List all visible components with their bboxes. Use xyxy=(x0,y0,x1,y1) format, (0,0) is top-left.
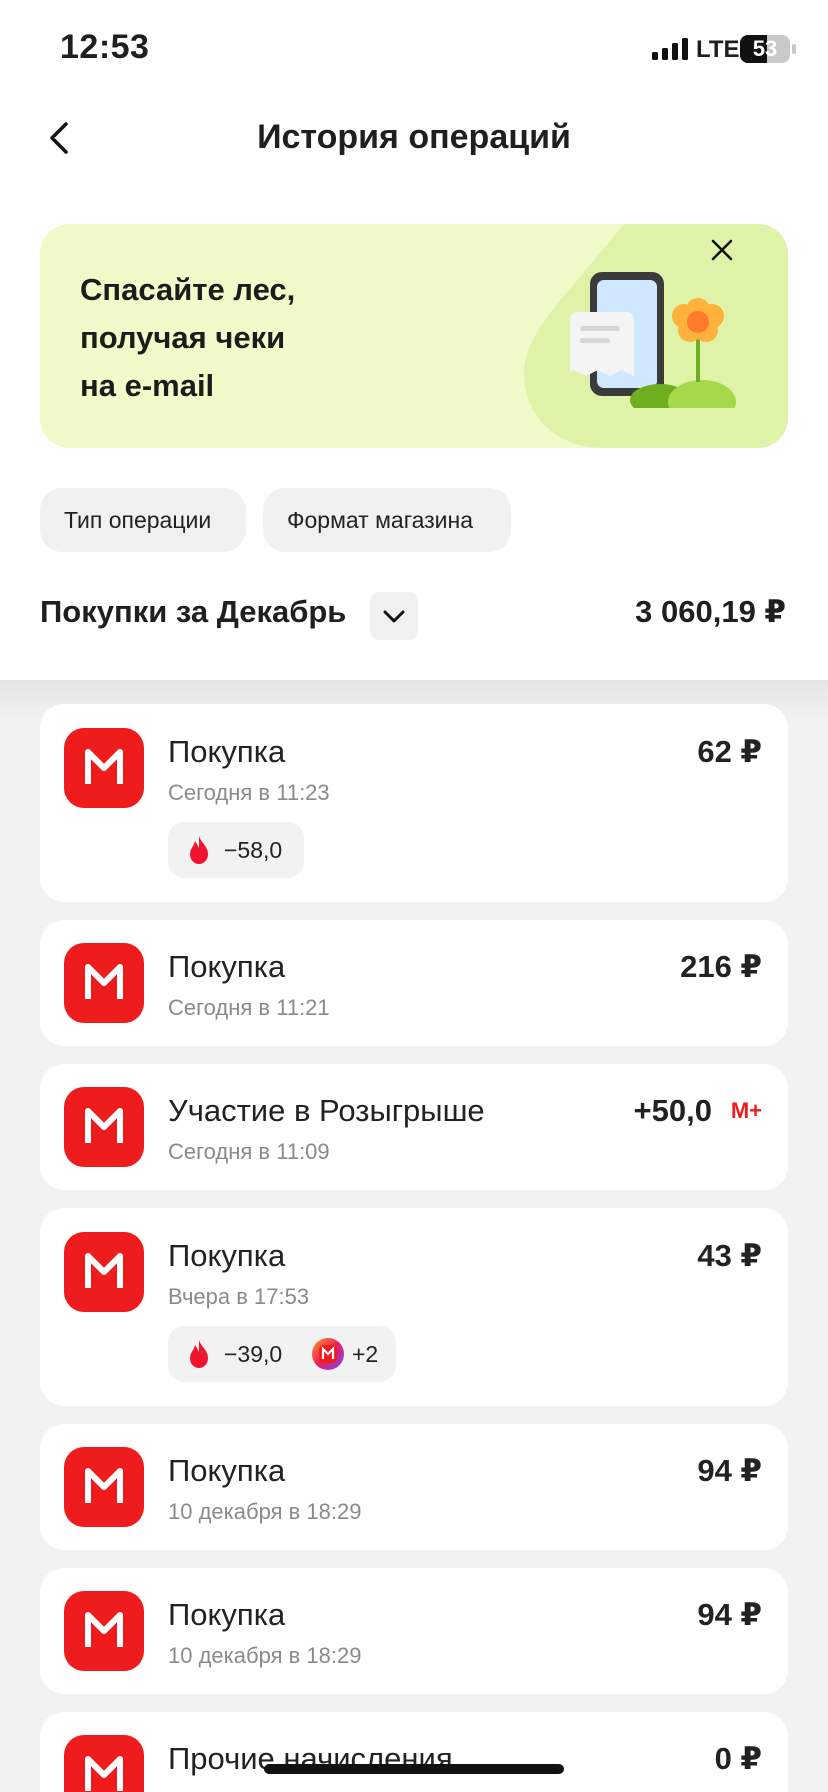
magnit-logo-icon xyxy=(64,1087,144,1167)
chevron-down-icon xyxy=(383,610,405,623)
banner-line-1: Спасайте лес, xyxy=(80,272,296,307)
page-title: История операций xyxy=(257,118,571,156)
operation-amount: 43 ₽ xyxy=(697,1238,762,1273)
operation-amount: 94 ₽ xyxy=(697,1597,762,1632)
operation-amount: 0 ₽ xyxy=(714,1741,762,1776)
magnit-logo-icon xyxy=(64,1447,144,1527)
filter-store-format[interactable]: Формат магазина xyxy=(263,488,511,552)
coupon-icon xyxy=(312,1338,344,1370)
phone-flower-illustration xyxy=(570,272,736,408)
operation-title: Покупка xyxy=(168,1238,286,1273)
operation-date: Сегодня в 11:09 xyxy=(168,1139,330,1164)
operation-date: 10 декабря в 18:29 xyxy=(168,1643,362,1668)
operation-title: Покупка xyxy=(168,734,286,769)
banner-line-3: на e-mail xyxy=(80,368,215,403)
status-bar: 12:53 LTE 53 xyxy=(0,0,828,100)
points-pill: −58,0 xyxy=(168,822,304,878)
operation-title: Покупка xyxy=(168,949,286,984)
network-label: LTE xyxy=(696,36,740,63)
operation-amount: 94 ₽ xyxy=(697,1453,762,1488)
filter-operation-type[interactable]: Тип операции xyxy=(40,488,246,552)
battery-icon: 53 xyxy=(740,35,790,63)
flame-icon xyxy=(190,836,208,864)
status-time: 12:53 xyxy=(60,28,150,66)
operation-title: Участие в Розыгрыше xyxy=(168,1093,485,1128)
month-label: Покупки за Декабрь xyxy=(40,594,347,629)
magnit-logo-icon xyxy=(64,728,144,808)
operation-card[interactable]: Покупка 10 декабря в 18:29 94 ₽ xyxy=(40,1568,788,1694)
operation-card[interactable]: Покупка 10 декабря в 18:29 94 ₽ xyxy=(40,1424,788,1550)
flame-icon xyxy=(190,1340,208,1368)
coupons-count: +2 xyxy=(352,1341,379,1367)
operation-card[interactable]: Покупка Сегодня в 11:21 216 ₽ xyxy=(40,920,788,1046)
operation-title: Покупка xyxy=(168,1453,286,1488)
month-total: 3 060,19 ₽ xyxy=(635,594,786,629)
home-indicator[interactable] xyxy=(264,1764,564,1774)
points-pill: −39,0 +2 xyxy=(168,1326,396,1382)
battery-tip xyxy=(792,44,796,54)
operation-amount: 216 ₽ xyxy=(680,949,762,984)
operation-card[interactable]: Прочие начисления 0 ₽ xyxy=(40,1712,788,1792)
operation-date: 10 декабря в 18:29 xyxy=(168,1499,362,1524)
close-icon[interactable] xyxy=(704,232,740,268)
operation-card[interactable]: Покупка Сегодня в 11:23 62 ₽ −58,0 xyxy=(40,704,788,902)
operation-amount: 62 ₽ xyxy=(697,734,762,769)
signal-icon xyxy=(652,38,688,60)
operation-date: Вчера в 17:53 xyxy=(168,1284,310,1309)
operation-amount: +50,0 xyxy=(633,1093,712,1128)
points-value: −58,0 xyxy=(224,837,283,863)
operation-date: Сегодня в 11:23 xyxy=(168,780,330,805)
banner-line-2: получая чеки xyxy=(80,320,286,355)
operation-title: Покупка xyxy=(168,1597,286,1632)
operation-card[interactable]: Покупка Вчера в 17:53 43 ₽ −39,0 +2 xyxy=(40,1208,788,1406)
month-dropdown-button[interactable] xyxy=(370,592,418,640)
operation-date: Сегодня в 11:21 xyxy=(168,995,330,1020)
operation-card[interactable]: Участие в Розыгрыше Сегодня в 11:09 +50,… xyxy=(40,1064,788,1190)
points-value: −39,0 xyxy=(224,1341,283,1367)
magnit-logo-icon xyxy=(64,943,144,1023)
banner-text: Спасайте лес, получая чеки на e-mail xyxy=(80,266,295,410)
battery-level: 53 xyxy=(752,36,778,61)
magnit-logo-icon xyxy=(64,1735,144,1792)
magnit-logo-icon xyxy=(64,1591,144,1671)
magnit-logo-icon xyxy=(64,1232,144,1312)
mplus-badge: М+ xyxy=(730,1098,762,1123)
